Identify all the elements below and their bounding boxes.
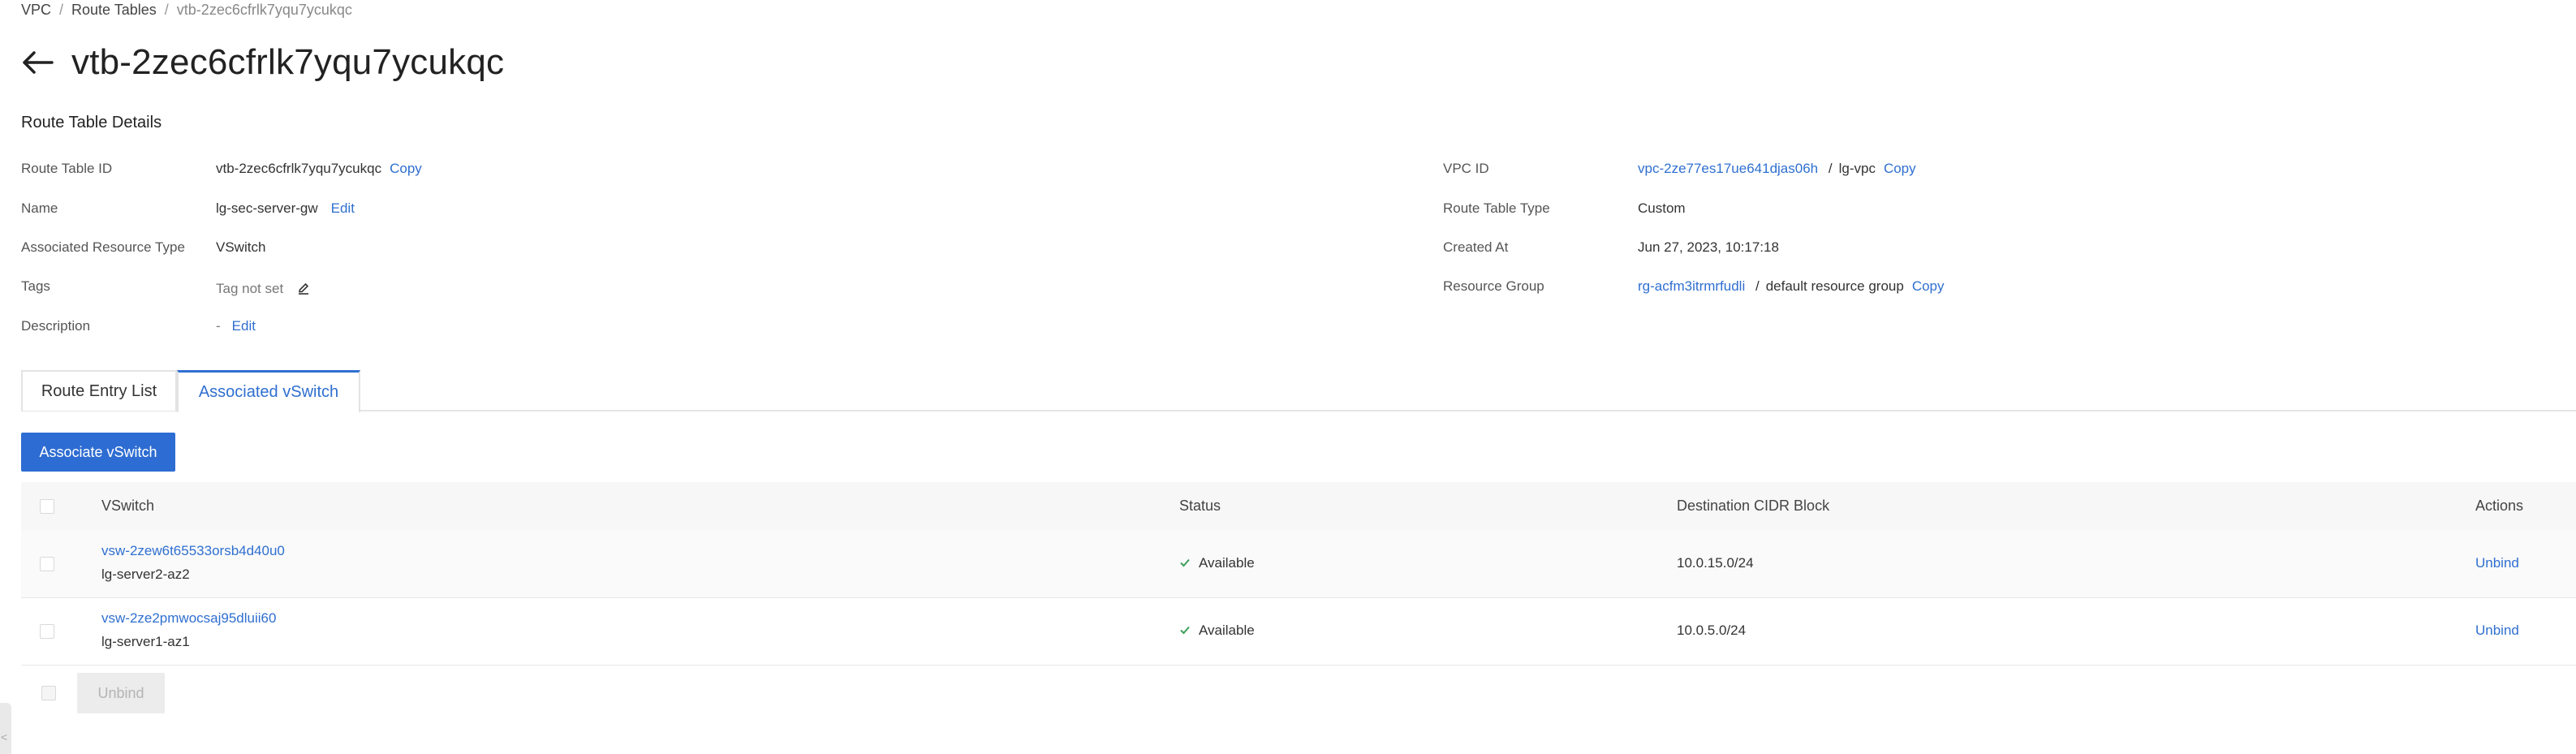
route-table-id-label: Route Table ID (21, 161, 113, 176)
unbind-link[interactable]: Unbind (2475, 555, 2519, 571)
vpc-separator: / (1828, 161, 1833, 176)
row-checkbox[interactable] (40, 557, 54, 571)
column-header-cidr: Destination CIDR Block (1677, 498, 1830, 514)
select-all-checkbox[interactable] (40, 499, 54, 514)
status-text: Available (1199, 623, 1255, 638)
vswitch-name: lg-server1-az1 (101, 634, 190, 649)
vpc-id-label: VPC ID (1443, 161, 1489, 176)
vpc-id-value: vpc-2ze77es17ue641djas06h / lg-vpc Copy (1638, 161, 1916, 177)
page-title: vtb-2zec6cfrlk7yqu7ycukqc (71, 42, 505, 82)
row-checkbox[interactable] (40, 624, 54, 639)
resource-group-separator: / (1755, 278, 1760, 294)
table-header: VSwitch Status Destination CIDR Block Ac… (21, 482, 2576, 532)
name-label: Name (21, 200, 58, 216)
route-table-type-label: Route Table Type (1443, 200, 1550, 216)
breadcrumb-separator: / (164, 2, 169, 18)
breadcrumb-route-tables[interactable]: Route Tables (71, 2, 157, 18)
bulk-unbind-button[interactable]: Unbind (77, 673, 165, 713)
column-header-vswitch: VSwitch (101, 498, 155, 514)
breadcrumb-current: vtb-2zec6cfrlk7yqu7ycukqc (176, 2, 352, 18)
check-icon (1180, 558, 1190, 567)
cidr-cell: 10.0.15.0/24 (1677, 555, 1754, 571)
resource-group-link[interactable]: rg-acfm3itrmrfudli (1638, 278, 1745, 294)
status-text: Available (1199, 555, 1255, 571)
description-value: - Edit (216, 318, 256, 334)
name-value: lg-sec-server-gw Edit (216, 200, 355, 217)
table-row: vsw-2ze2pmwocsaj95dluii60 lg-server1-az1… (21, 598, 2576, 666)
copy-route-table-id-button[interactable]: Copy (390, 161, 422, 176)
route-table-id-value: vtb-2zec6cfrlk7yqu7ycukqc Copy (216, 161, 422, 177)
route-table-type-value: Custom (1638, 200, 1686, 216)
vpc-id-link[interactable]: vpc-2ze77es17ue641djas06h (1638, 161, 1818, 176)
page-header: vtb-2zec6cfrlk7yqu7ycukqc (21, 42, 504, 83)
breadcrumb-separator: / (59, 2, 64, 18)
resource-type-label: Associated Resource Type (21, 239, 185, 255)
name-text: lg-sec-server-gw (216, 200, 318, 216)
tags-value: Tag not set (216, 281, 310, 297)
vpc-name: lg-vpc (1838, 161, 1876, 176)
edit-description-button[interactable]: Edit (232, 318, 256, 334)
tabs-divider (21, 410, 2576, 411)
cidr-cell: 10.0.5.0/24 (1677, 623, 1747, 638)
resource-group-name: default resource group (1765, 278, 1904, 294)
breadcrumb: VPC / Route Tables / vtb-2zec6cfrlk7yqu7ycuk… (21, 2, 352, 19)
vswitch-id-link[interactable]: vsw-2zew6t65533orsb4d40u0 (101, 543, 285, 559)
description-text: - (216, 318, 221, 334)
column-header-status: Status (1179, 498, 1221, 514)
created-at-label: Created At (1443, 239, 1509, 255)
status-cell: Available (1179, 555, 1255, 571)
check-icon (1180, 626, 1190, 635)
edit-name-button[interactable]: Edit (331, 200, 355, 216)
description-label: Description (21, 318, 91, 334)
status-cell: Available (1179, 623, 1255, 639)
vswitch-id-link[interactable]: vsw-2ze2pmwocsaj95dluii60 (101, 610, 276, 627)
sidebar-collapse-handle[interactable]: < (0, 703, 11, 754)
bulk-select-checkbox[interactable] (41, 686, 56, 700)
tags-text: Tag not set (216, 281, 284, 296)
associate-vswitch-button[interactable]: Associate vSwitch (21, 433, 175, 472)
table-row: vsw-2zew6t65533orsb4d40u0 lg-server2-az2… (21, 531, 2576, 598)
resource-type-value: VSwitch (216, 239, 266, 255)
tab-associated-vswitch[interactable]: Associated vSwitch (177, 370, 360, 412)
section-title: Route Table Details (21, 114, 162, 131)
chevron-left-icon: < (1, 730, 8, 743)
breadcrumb-vpc[interactable]: VPC (21, 2, 51, 18)
tags-label: Tags (21, 278, 50, 294)
created-at-value: Jun 27, 2023, 10:17:18 (1638, 239, 1779, 255)
arrow-left-icon[interactable] (21, 50, 54, 75)
copy-vpc-id-button[interactable]: Copy (1884, 161, 1916, 176)
copy-resource-group-button[interactable]: Copy (1912, 278, 1945, 294)
column-header-actions: Actions (2475, 498, 2524, 514)
unbind-link[interactable]: Unbind (2475, 623, 2519, 639)
tab-route-entry-list[interactable]: Route Entry List (21, 370, 177, 411)
pencil-icon[interactable] (297, 282, 310, 295)
resource-group-value: rg-acfm3itrmrfudli / default resource gro… (1638, 278, 1945, 295)
vswitch-name: lg-server2-az2 (101, 567, 190, 582)
route-table-id-text: vtb-2zec6cfrlk7yqu7ycukqc (216, 161, 382, 176)
resource-group-label: Resource Group (1443, 278, 1544, 294)
